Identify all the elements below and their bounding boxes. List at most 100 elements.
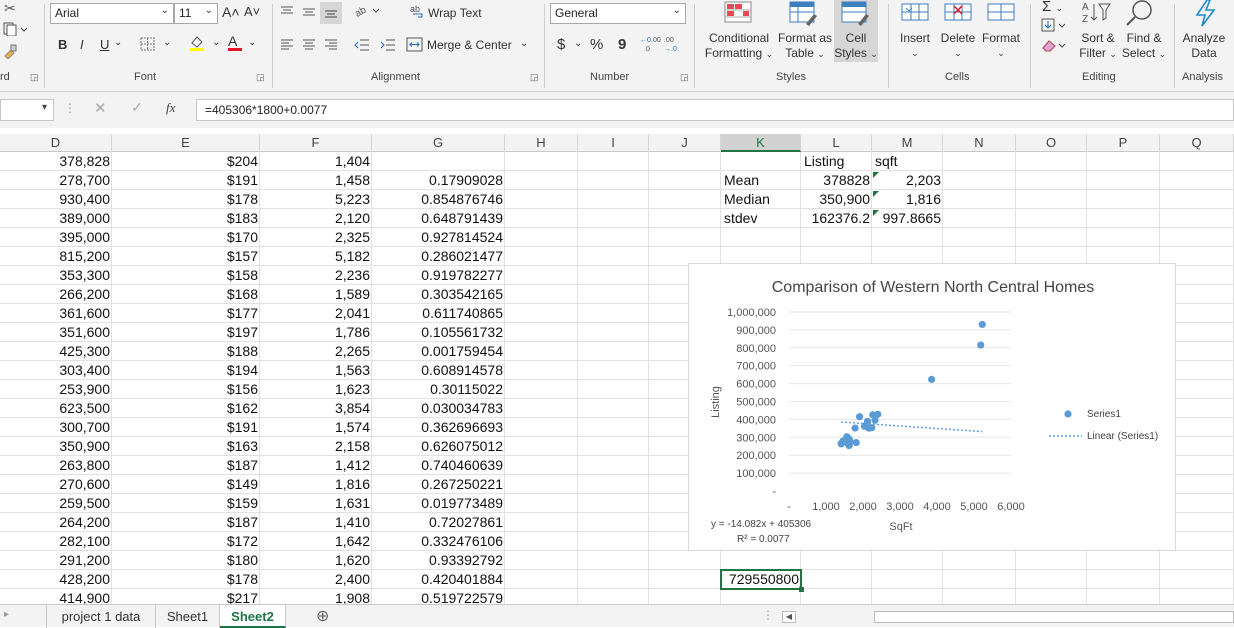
cell-f[interactable]: 1,458 bbox=[260, 171, 372, 190]
align-bottom-icon[interactable] bbox=[324, 5, 338, 22]
cell-f[interactable]: 1,816 bbox=[260, 475, 372, 494]
column-header-j[interactable]: J bbox=[649, 134, 721, 152]
cell-g[interactable]: 0.72027861 bbox=[372, 513, 505, 532]
stats-label-mean[interactable]: Mean bbox=[721, 171, 801, 190]
cell-g[interactable]: 0.105561732 bbox=[372, 323, 505, 342]
cell-d[interactable]: 389,000 bbox=[0, 209, 112, 228]
wrap-text-button[interactable]: Wrap Text bbox=[428, 6, 482, 20]
cell-e[interactable]: $187 bbox=[112, 456, 260, 475]
cell-e[interactable]: $178 bbox=[112, 570, 260, 589]
cell-d[interactable]: 259,500 bbox=[0, 494, 112, 513]
currency-dropdown-icon[interactable]: ⌄ bbox=[574, 38, 582, 49]
stats-header-listing[interactable]: Listing bbox=[801, 152, 872, 171]
column-header-o[interactable]: O bbox=[1016, 134, 1087, 152]
cell-styles-button[interactable]: Cell Styles ⌄ bbox=[834, 31, 878, 62]
add-sheet-icon[interactable]: ⊕ bbox=[316, 606, 329, 626]
cell-g[interactable]: 0.362696693 bbox=[372, 418, 505, 437]
cell-e[interactable]: $157 bbox=[112, 247, 260, 266]
delete-button[interactable]: Delete ⌄ bbox=[938, 31, 978, 61]
cell-e[interactable]: $156 bbox=[112, 380, 260, 399]
cell-g[interactable]: 0.854876746 bbox=[372, 190, 505, 209]
column-header-p[interactable]: P bbox=[1087, 134, 1160, 152]
cell-e[interactable]: $162 bbox=[112, 399, 260, 418]
splitter-icon[interactable]: ⋮ bbox=[762, 608, 774, 622]
find-select-button[interactable]: Find & Select ⌄ bbox=[1120, 31, 1168, 62]
insert-button[interactable]: Insert ⌄ bbox=[895, 31, 935, 61]
fill-color-icon[interactable] bbox=[188, 34, 206, 55]
clear-icon[interactable] bbox=[1041, 38, 1069, 57]
align-middle-icon[interactable] bbox=[302, 5, 316, 22]
cell-d[interactable]: 353,300 bbox=[0, 266, 112, 285]
cell-e[interactable]: $191 bbox=[112, 171, 260, 190]
align-left-icon[interactable] bbox=[280, 38, 294, 55]
cell-e[interactable]: $163 bbox=[112, 437, 260, 456]
fill-down-icon[interactable] bbox=[1041, 18, 1069, 37]
cell-f[interactable]: 3,854 bbox=[260, 399, 372, 418]
cell-d[interactable]: 815,200 bbox=[0, 247, 112, 266]
cell-e[interactable]: $217 bbox=[112, 589, 260, 604]
cell-d[interactable]: 623,500 bbox=[0, 399, 112, 418]
tab-scroll-icon[interactable]: ▸ bbox=[4, 609, 9, 620]
italic-button[interactable]: I bbox=[80, 37, 84, 52]
cell-e[interactable]: $180 bbox=[112, 551, 260, 570]
horizontal-scrollbar[interactable] bbox=[874, 611, 1234, 623]
font-launcher-icon[interactable]: ◲ bbox=[256, 72, 265, 83]
cell-f[interactable]: 1,620 bbox=[260, 551, 372, 570]
cell-e[interactable]: $159 bbox=[112, 494, 260, 513]
cell-e[interactable]: $172 bbox=[112, 532, 260, 551]
cell-g[interactable]: 0.927814524 bbox=[372, 228, 505, 247]
cell-e[interactable]: $188 bbox=[112, 342, 260, 361]
copy-icon[interactable] bbox=[2, 22, 28, 39]
cell-d[interactable]: 930,400 bbox=[0, 190, 112, 209]
stats-median-listing[interactable]: 350,900 bbox=[801, 190, 872, 209]
align-center-icon[interactable] bbox=[302, 38, 316, 55]
column-header-q[interactable]: Q bbox=[1160, 134, 1234, 152]
format-painter-icon[interactable] bbox=[2, 43, 18, 62]
name-box[interactable]: ▾ bbox=[0, 99, 54, 121]
cell-d[interactable]: 263,800 bbox=[0, 456, 112, 475]
cell-d[interactable]: 282,100 bbox=[0, 532, 112, 551]
underline-dropdown-icon[interactable]: ⌄ bbox=[114, 37, 122, 48]
merge-dropdown-icon[interactable]: ⌄ bbox=[520, 38, 528, 49]
cell-e[interactable]: $178 bbox=[112, 190, 260, 209]
cell-d[interactable]: 414,900 bbox=[0, 589, 112, 604]
cell-g[interactable] bbox=[372, 152, 505, 171]
tab-project-1-data[interactable]: project 1 data bbox=[46, 605, 156, 628]
scatter-chart[interactable]: Comparison of Western North Central Home… bbox=[688, 263, 1176, 551]
format-as-table-button[interactable]: Format as Table ⌄ bbox=[776, 31, 834, 62]
cell-g[interactable]: 0.030034783 bbox=[372, 399, 505, 418]
cell-e[interactable]: $177 bbox=[112, 304, 260, 323]
cell-f[interactable]: 1,623 bbox=[260, 380, 372, 399]
cell-f[interactable]: 5,182 bbox=[260, 247, 372, 266]
increase-indent-icon[interactable] bbox=[380, 38, 396, 55]
column-header-l[interactable]: L bbox=[801, 134, 872, 152]
tab-sheet1[interactable]: Sheet1 bbox=[156, 605, 220, 628]
cell-g[interactable]: 0.286021477 bbox=[372, 247, 505, 266]
cell-g[interactable]: 0.626075012 bbox=[372, 437, 505, 456]
wrap-text-icon[interactable]: ab bbox=[410, 4, 426, 21]
cell-d[interactable]: 350,900 bbox=[0, 437, 112, 456]
sort-filter-button[interactable]: Sort & Filter ⌄ bbox=[1074, 31, 1122, 62]
column-header-d[interactable]: D bbox=[0, 134, 112, 152]
column-header-n[interactable]: N bbox=[943, 134, 1016, 152]
cell-g[interactable]: 0.611740865 bbox=[372, 304, 505, 323]
cell-d[interactable]: 351,600 bbox=[0, 323, 112, 342]
autosum-icon[interactable]: Σ ⌄ bbox=[1042, 0, 1063, 15]
cell-f[interactable]: 2,265 bbox=[260, 342, 372, 361]
cell-d[interactable]: 291,200 bbox=[0, 551, 112, 570]
font-color-dropdown-icon[interactable]: ⌄ bbox=[248, 37, 256, 48]
cell-d[interactable]: 264,200 bbox=[0, 513, 112, 532]
cell-f[interactable]: 1,563 bbox=[260, 361, 372, 380]
cell-g[interactable]: 0.519722579 bbox=[372, 589, 505, 604]
stats-stdev-listing[interactable]: 162376.2 bbox=[801, 209, 872, 228]
cell-g[interactable]: 0.608914578 bbox=[372, 361, 505, 380]
cell-e[interactable]: $170 bbox=[112, 228, 260, 247]
increase-font-button[interactable]: A˄ bbox=[222, 4, 240, 20]
fill-dropdown-icon[interactable]: ⌄ bbox=[212, 37, 220, 48]
stats-mean-listing[interactable]: 378828 bbox=[801, 171, 872, 190]
result-cell[interactable]: 729550800 bbox=[721, 570, 801, 589]
cell-f[interactable]: 1,631 bbox=[260, 494, 372, 513]
cell-f[interactable]: 1,410 bbox=[260, 513, 372, 532]
align-right-icon[interactable] bbox=[324, 38, 338, 55]
cell-f[interactable]: 1,412 bbox=[260, 456, 372, 475]
